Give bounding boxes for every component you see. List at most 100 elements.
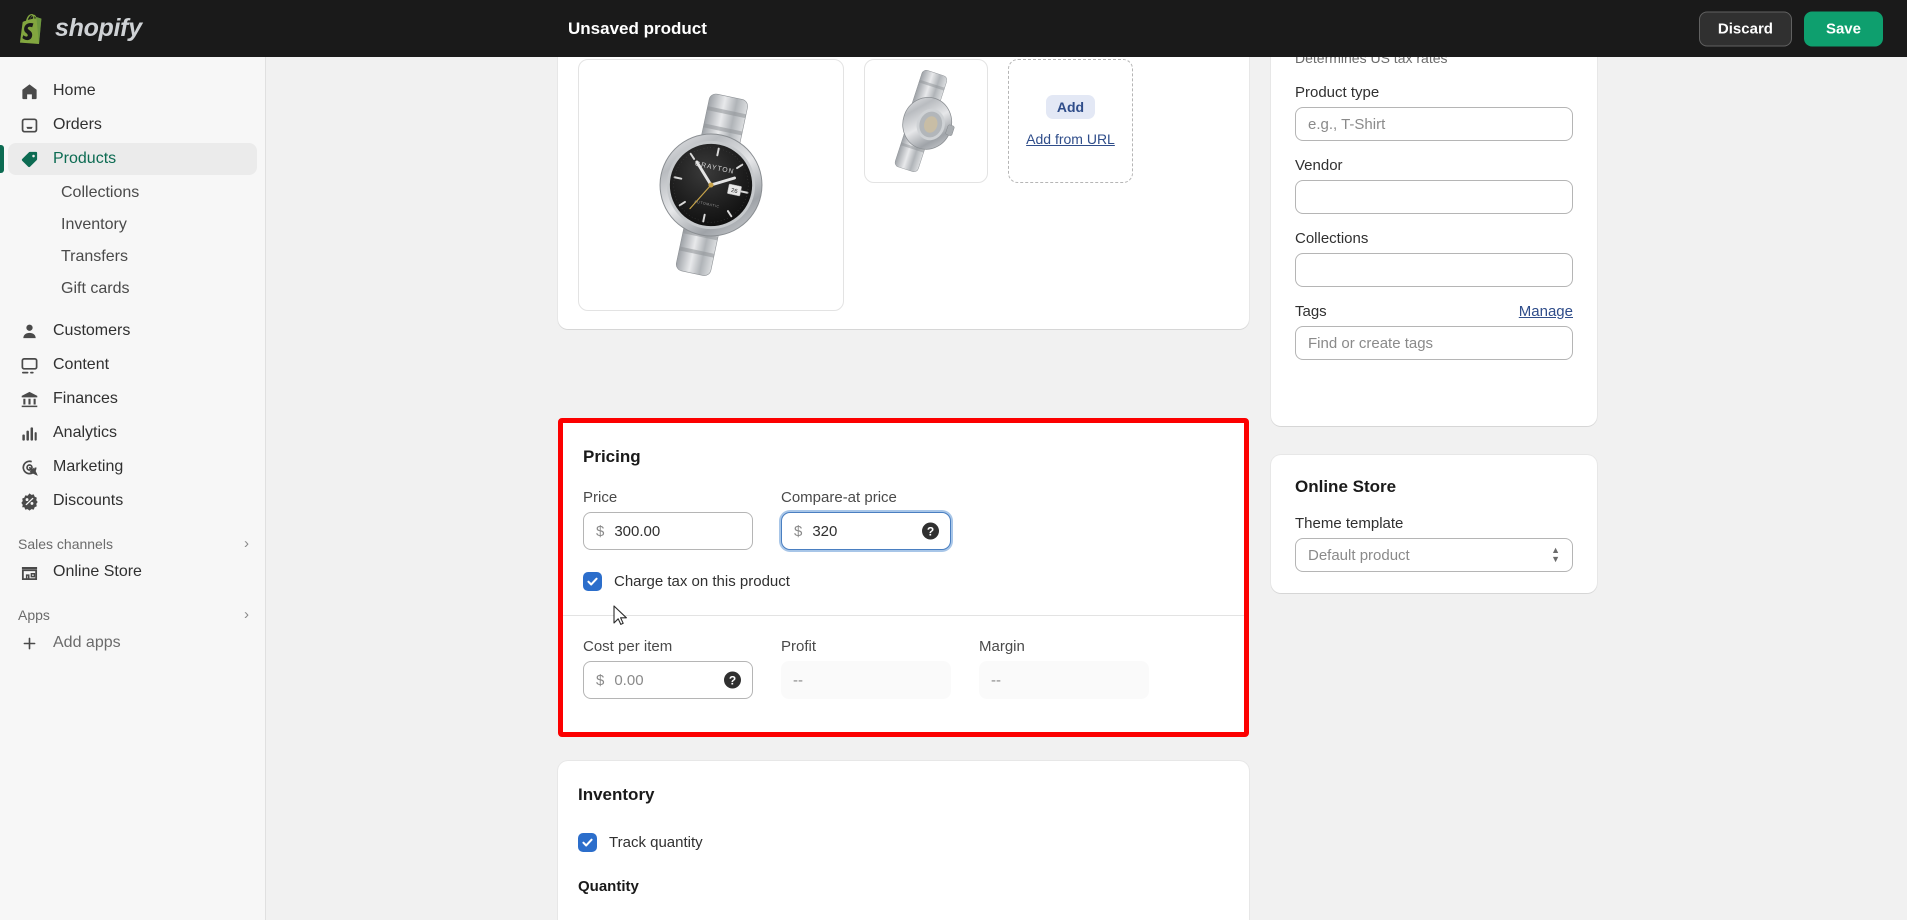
- compare-price-field-group: Compare-at price $ 320 ?: [781, 489, 951, 550]
- currency-symbol: $: [794, 522, 803, 540]
- currency-symbol: $: [596, 671, 605, 689]
- check-icon: [587, 577, 598, 586]
- tax-rate-hint: Determines US tax rates: [1295, 57, 1448, 66]
- price-field-group: Price $ 300.00: [583, 489, 753, 550]
- vendor-label: Vendor: [1295, 157, 1343, 174]
- shopify-brand[interactable]: shopify: [0, 13, 266, 44]
- sidebar-item-label: Products: [53, 150, 117, 167]
- sidebar-item-label: Home: [53, 82, 96, 99]
- sidebar-item-analytics[interactable]: Analytics: [8, 417, 257, 449]
- collections-input[interactable]: [1295, 253, 1573, 287]
- charge-tax-checkbox[interactable]: [583, 572, 602, 591]
- price-input[interactable]: $ 300.00: [583, 512, 753, 550]
- add-media-button[interactable]: Add: [1045, 95, 1096, 119]
- apps-label: Apps: [18, 606, 50, 623]
- currency-symbol: $: [596, 522, 605, 540]
- sidebar-item-label: Analytics: [53, 424, 118, 441]
- sidebar-item-add-apps[interactable]: Add apps: [8, 627, 257, 659]
- online-store-title: Online Store: [1295, 477, 1397, 496]
- tags-label-row: Tags Manage: [1295, 303, 1573, 320]
- profit-label: Profit: [781, 638, 817, 655]
- theme-template-select[interactable]: Default product ▲ ▼: [1295, 538, 1573, 572]
- sidebar-item-finances[interactable]: Finances: [8, 383, 257, 415]
- compare-at-price-input[interactable]: $ 320 ?: [781, 512, 951, 550]
- price-fields-row: Price $ 300.00 Compare-at price $ 320 ?: [583, 489, 1224, 550]
- sidebar-item-transfers[interactable]: Transfers: [8, 241, 257, 273]
- product-type-group: Product type e.g., T-Shirt: [1295, 84, 1573, 141]
- sidebar-item-online-store[interactable]: Online Store: [8, 556, 257, 588]
- cost-per-item-value: 0.00: [614, 671, 644, 689]
- margin-value: --: [979, 661, 1149, 699]
- sidebar-item-label: Orders: [53, 116, 102, 133]
- sidebar-item-label: Content: [53, 356, 110, 373]
- add-apps-label: Add apps: [53, 634, 121, 651]
- analytics-bars-icon: [18, 422, 40, 444]
- media-card: GRAYTON AUTOMATIC 26 Add Add from URL: [558, 57, 1249, 329]
- home-icon: [18, 80, 40, 102]
- chevron-updown-icon: ▲ ▼: [1551, 545, 1560, 564]
- sidebar-item-collections[interactable]: Collections: [8, 177, 257, 209]
- customer-person-icon: [18, 320, 40, 342]
- tags-input[interactable]: Find or create tags: [1295, 326, 1573, 360]
- pricing-title: Pricing: [583, 447, 641, 466]
- finances-bank-icon: [18, 388, 40, 410]
- track-quantity-label: Track quantity: [609, 834, 703, 851]
- theme-template-value: Default product: [1308, 546, 1410, 564]
- media-dropzone[interactable]: Add Add from URL: [1008, 59, 1133, 183]
- margin-label: Margin: [979, 638, 1025, 655]
- sidebar-sub-label: Gift cards: [61, 280, 130, 297]
- sidebar-section-apps[interactable]: Apps ›: [18, 606, 249, 623]
- sidebar-item-gift-cards[interactable]: Gift cards: [8, 273, 257, 305]
- question-mark-icon[interactable]: ?: [922, 522, 939, 540]
- price-label: Price: [583, 489, 618, 506]
- add-from-url-link[interactable]: Add from URL: [1026, 131, 1115, 147]
- orders-inbox-icon: [18, 114, 40, 136]
- quantity-label: Quantity: [578, 878, 639, 895]
- sidebar-item-inventory[interactable]: Inventory: [8, 209, 257, 241]
- inventory-card: Inventory Track quantity Quantity: [558, 761, 1249, 920]
- save-button[interactable]: Save: [1803, 11, 1883, 46]
- question-mark-icon[interactable]: ?: [724, 671, 741, 689]
- vendor-input[interactable]: [1295, 180, 1573, 214]
- sidebar-item-label: Online Store: [53, 563, 142, 580]
- collections-label: Collections: [1295, 230, 1369, 247]
- charge-tax-label: Charge tax on this product: [614, 573, 790, 590]
- sidebar-item-orders[interactable]: Orders: [8, 109, 257, 141]
- top-bar: shopify Unsaved product Discard Save: [0, 0, 1907, 57]
- product-main-image[interactable]: GRAYTON AUTOMATIC 26: [578, 59, 844, 311]
- products-tag-icon: [18, 148, 40, 170]
- product-thumbnail-image[interactable]: [864, 59, 988, 183]
- tags-group: Tags Manage Find or create tags: [1295, 303, 1573, 360]
- online-store-card: Online Store Theme template Default prod…: [1271, 455, 1597, 593]
- price-value: 300.00: [614, 522, 661, 540]
- chevron-right-icon: ›: [244, 606, 249, 623]
- page-title: Unsaved product: [568, 18, 707, 38]
- storefront-icon: [18, 561, 40, 583]
- sidebar-item-marketing[interactable]: Marketing: [8, 451, 257, 483]
- tags-label: Tags: [1295, 303, 1327, 320]
- sidebar-item-label: Finances: [53, 390, 118, 407]
- sidebar-sub-label: Collections: [61, 184, 140, 201]
- sidebar-item-discounts[interactable]: Discounts: [8, 485, 257, 517]
- charge-tax-row[interactable]: Charge tax on this product: [583, 572, 1224, 591]
- discard-button[interactable]: Discard: [1698, 11, 1792, 46]
- cost-per-item-input[interactable]: $ 0.00 ?: [583, 661, 753, 699]
- cost-fields-row: Cost per item $ 0.00 ? Profit -- Margin: [583, 638, 1224, 699]
- sidebar-item-content[interactable]: Content: [8, 349, 257, 381]
- track-quantity-row[interactable]: Track quantity: [578, 833, 1229, 852]
- theme-template-label: Theme template: [1295, 515, 1404, 532]
- sidebar-item-label: Marketing: [53, 458, 124, 475]
- sidebar-item-products[interactable]: Products: [0, 143, 257, 175]
- product-type-input[interactable]: e.g., T-Shirt: [1295, 107, 1573, 141]
- track-quantity-checkbox[interactable]: [578, 833, 597, 852]
- cost-field-group: Cost per item $ 0.00 ?: [583, 638, 753, 699]
- sidebar-sub-label: Inventory: [61, 216, 127, 233]
- sidebar-item-home[interactable]: Home: [8, 75, 257, 107]
- sidebar-section-sales-channels[interactable]: Sales channels ›: [18, 535, 249, 552]
- compare-at-price-value: 320: [812, 522, 838, 540]
- watch-illustration-side: [894, 70, 955, 173]
- sidebar-item-customers[interactable]: Customers: [8, 315, 257, 347]
- marketing-target-icon: [18, 456, 40, 478]
- manage-tags-link[interactable]: Manage: [1519, 303, 1573, 320]
- media-row: GRAYTON AUTOMATIC 26 Add Add from URL: [578, 57, 1229, 311]
